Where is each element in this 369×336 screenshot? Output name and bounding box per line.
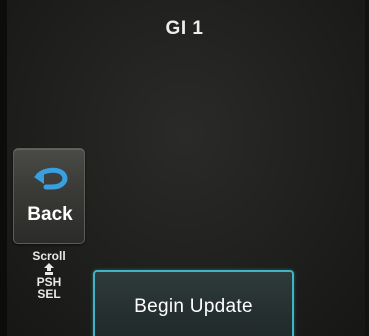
back-button[interactable]: Back [13,148,85,244]
knob-hint: Scroll PSH SEL [24,250,74,300]
begin-update-label: Begin Update [134,296,253,317]
gi1-update-screen: GI 1 Back Scroll PSH SEL Begin Update [0,0,369,336]
display-bezel-left [0,0,7,336]
knob-icon [44,263,54,275]
back-button-label: Back [27,204,73,225]
back-arrow-icon [34,167,68,190]
page-title: GI 1 [165,18,204,39]
knob-hint-scroll: Scroll [32,249,66,263]
knob-hint-select: SEL [37,287,61,301]
begin-update-button[interactable]: Begin Update [93,270,294,336]
display-bezel-right [365,0,369,336]
